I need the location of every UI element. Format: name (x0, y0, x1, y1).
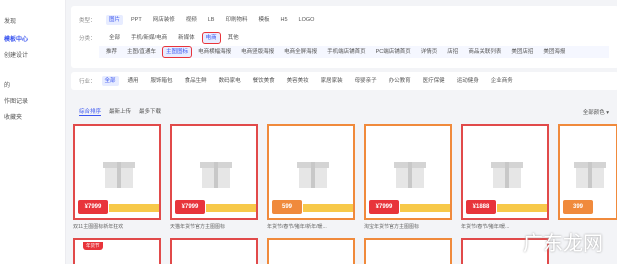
color-filter-dropdown[interactable]: 全部颜色 ▾ (583, 108, 609, 116)
category-filter-row: 分类： 全部 手机/新媒/电商 新媒体 电商 其他 (79, 32, 242, 44)
sort-option-default[interactable]: 综合排序 (79, 107, 102, 116)
category-option-all[interactable]: 全部 (106, 33, 123, 43)
industry-option-baby[interactable]: 母婴亲子 (352, 76, 380, 86)
sidebar-item-mine[interactable]: 的 (4, 80, 10, 89)
sidebar-item-favorites[interactable]: 收藏夹 (4, 112, 22, 121)
template-card[interactable]: ¥7999 (364, 124, 452, 220)
subcategory-related-list[interactable]: 商品关联列表 (465, 47, 504, 57)
price-tag: 399 (563, 200, 593, 214)
template-card[interactable]: ¥7999 (73, 124, 161, 220)
category-option-newmedia[interactable]: 新媒体 (175, 33, 198, 43)
festival-tag: 年货节 (83, 242, 103, 250)
type-option-print[interactable]: 印刷物料 (222, 15, 250, 25)
promo-ribbon (400, 204, 450, 212)
subcategory-banner[interactable]: 电商横幅海报 (195, 47, 234, 57)
subcategory-row: 推荐 主图/直通车 主图图标 电商横幅海报 电商竖版海报 电商全屏海报 手机端店… (99, 46, 609, 58)
sidebar-item-discover[interactable]: 发现 (4, 16, 16, 25)
watermark: 广东龙网 (523, 231, 603, 255)
category-filter-label: 分类： (79, 36, 96, 42)
main-content: 类型： 图片 PPT 网店装修 视频 LB 印刷物料 模板 H5 LOGO 分类… (67, 0, 617, 264)
template-card[interactable]: ¥7999 (170, 124, 258, 220)
sort-bar: 综合排序 最新上传 最多下载 (71, 104, 617, 118)
template-card[interactable]: 399 (558, 124, 617, 220)
sidebar-item-create[interactable]: 创建设计 (4, 50, 28, 59)
promo-ribbon (497, 204, 547, 212)
industry-filter-label: 行业： (79, 79, 96, 85)
subcategory-main-image[interactable]: 主图/直通车 (124, 47, 159, 57)
type-option-template[interactable]: 模板 (256, 15, 273, 25)
gift-icon (103, 162, 135, 188)
category-option-ecommerce[interactable]: 电商 (201, 32, 221, 44)
type-filter-label: 类型： (79, 18, 96, 24)
subcategory-meituan-sign[interactable]: 美团店招 (508, 47, 536, 57)
type-option-h5[interactable]: H5 (278, 15, 291, 25)
template-card[interactable]: ¥1888 (461, 124, 549, 220)
type-option-lb[interactable]: LB (205, 15, 218, 25)
subcategory-recommend[interactable]: 推荐 (103, 47, 120, 57)
industry-option-dining[interactable]: 餐饮美食 (250, 76, 278, 86)
promo-ribbon (303, 204, 353, 212)
subcategory-mobile-home[interactable]: 手机端店铺首页 (324, 47, 369, 57)
industry-option-home[interactable]: 家居家装 (318, 76, 346, 86)
promo-ribbon (206, 204, 256, 212)
subcategory-main-icon[interactable]: 主图图标 (162, 46, 193, 58)
sidebar-item-template-center[interactable]: 模板中心 (4, 34, 28, 43)
subcategory-shop-sign[interactable]: 店招 (444, 47, 461, 57)
sort-option-downloads[interactable]: 最多下载 (139, 107, 161, 115)
industry-option-general[interactable]: 通用 (125, 76, 142, 86)
industry-filter-row: 行业： 全部 通用 服饰箱包 食品生鲜 数码家电 餐饮美食 美容美妆 家居家装 … (71, 72, 617, 90)
gift-icon (297, 162, 329, 188)
price-tag: 599 (272, 200, 302, 214)
industry-option-sports[interactable]: 运动健身 (454, 76, 482, 86)
industry-option-food[interactable]: 食品生鲜 (182, 76, 210, 86)
price-tag: ¥7999 (369, 200, 399, 214)
category-option-mobile[interactable]: 手机/新媒/电商 (128, 33, 170, 43)
gift-icon (200, 162, 232, 188)
promo-ribbon (109, 204, 159, 212)
industry-option-apparel[interactable]: 服饰箱包 (148, 76, 176, 86)
industry-option-beauty[interactable]: 美容美妆 (284, 76, 312, 86)
subcategory-meituan-poster[interactable]: 美团海报 (540, 47, 568, 57)
industry-option-business[interactable]: 企业商务 (488, 76, 516, 86)
industry-option-all[interactable]: 全部 (101, 76, 119, 86)
sidebar-item-history[interactable]: 作图记录 (4, 96, 28, 105)
sort-option-latest[interactable]: 最新上传 (109, 107, 131, 115)
template-caption: 双11主图图标新年狂欢 (73, 224, 124, 230)
subcategory-vertical-poster[interactable]: 电商竖版海报 (238, 47, 277, 57)
type-option-image[interactable]: 图片 (106, 15, 124, 25)
sidebar: 发现 模板中心 创建设计 的 作图记录 收藏夹 (0, 0, 66, 264)
filter-panel: 类型： 图片 PPT 网店装修 视频 LB 印刷物料 模板 H5 LOGO 分类… (71, 6, 617, 68)
price-tag: ¥7999 (175, 200, 205, 214)
gift-icon (574, 162, 606, 188)
template-card[interactable]: 599 (267, 124, 355, 220)
type-option-shop[interactable]: 网店装修 (150, 15, 178, 25)
subcategory-fullscreen-poster[interactable]: 电商全屏海报 (281, 47, 320, 57)
industry-option-digital[interactable]: 数码家电 (216, 76, 244, 86)
template-caption: 淘宝年货节官方主图图标 (364, 224, 420, 230)
template-card[interactable] (170, 238, 258, 264)
template-card[interactable] (364, 238, 452, 264)
price-tag: ¥1888 (466, 200, 496, 214)
gift-icon (394, 162, 426, 188)
template-card[interactable] (267, 238, 355, 264)
category-option-other[interactable]: 其他 (225, 33, 242, 43)
industry-option-office[interactable]: 办公教育 (386, 76, 414, 86)
type-option-video[interactable]: 视频 (183, 15, 200, 25)
type-filter-row: 类型： 图片 PPT 网店装修 视频 LB 印刷物料 模板 H5 LOGO (79, 15, 317, 25)
gift-icon (491, 162, 523, 188)
subcategory-pc-home[interactable]: PC端店铺首页 (373, 47, 414, 57)
template-caption: 年货节/春节/猪年/新年/暖... (267, 224, 327, 230)
type-option-logo[interactable]: LOGO (296, 15, 318, 25)
type-option-ppt[interactable]: PPT (128, 15, 145, 25)
subcategory-detail-page[interactable]: 详情页 (418, 47, 441, 57)
price-tag: ¥7999 (78, 200, 108, 214)
template-card[interactable]: 年货节 (73, 238, 161, 264)
industry-option-medical[interactable]: 医疗保健 (420, 76, 448, 86)
template-caption: 天猫年货节官方主图图标 (170, 224, 226, 230)
